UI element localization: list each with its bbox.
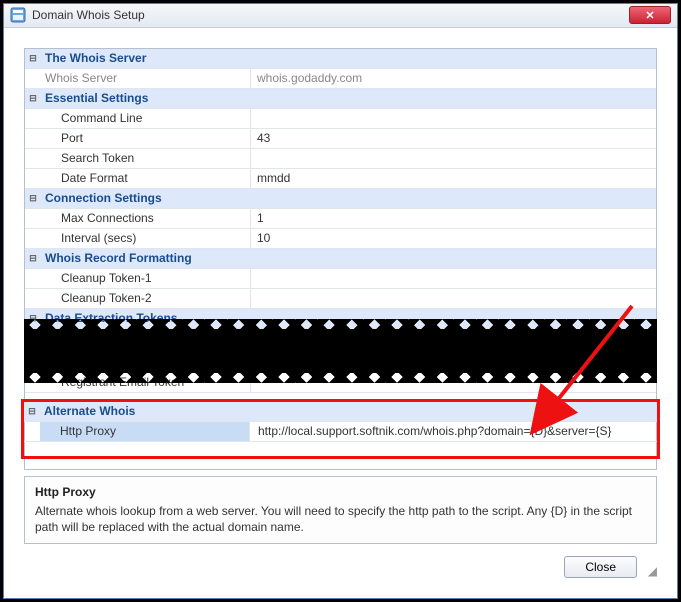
section-title: Alternate Whois: [40, 402, 250, 421]
row-value[interactable]: [251, 149, 656, 168]
section-title: The Whois Server: [41, 49, 251, 68]
row-command-line[interactable]: Command Line: [25, 109, 656, 129]
titlebar[interactable]: Domain Whois Setup ✕: [4, 4, 677, 28]
property-grid: ⊟ The Whois Server Whois Server whois.go…: [24, 48, 657, 470]
row-label: Http Proxy: [40, 422, 250, 441]
section-connection-settings[interactable]: ⊟ Connection Settings: [25, 189, 656, 209]
close-button[interactable]: Close: [564, 556, 637, 578]
row-label: Whois Server: [41, 69, 251, 88]
collapse-icon[interactable]: ⊟: [25, 249, 41, 268]
section-whois-server[interactable]: ⊟ The Whois Server: [25, 49, 656, 69]
row-search-token[interactable]: Search Token: [25, 149, 656, 169]
help-panel: Http Proxy Alternate whois lookup from a…: [24, 476, 657, 544]
row-value[interactable]: 43: [251, 129, 656, 148]
row-value[interactable]: [250, 422, 657, 441]
collapse-icon[interactable]: ⊟: [25, 189, 41, 208]
collapse-icon[interactable]: ⊟: [24, 402, 40, 421]
row-interval[interactable]: Interval (secs) 10: [25, 229, 656, 249]
row-whois-server[interactable]: Whois Server whois.godaddy.com: [25, 69, 656, 89]
button-row: Close ◢: [24, 544, 657, 578]
section-title: Whois Record Formatting: [41, 249, 251, 268]
row-label: Interval (secs): [41, 229, 251, 248]
section-essential-settings[interactable]: ⊟ Essential Settings: [25, 89, 656, 109]
client-area: ⊟ The Whois Server Whois Server whois.go…: [4, 28, 677, 598]
row-value[interactable]: mmdd: [251, 169, 656, 188]
section-formatting[interactable]: ⊟ Whois Record Formatting: [25, 249, 656, 269]
row-label: Cleanup Token-1: [41, 269, 251, 288]
section-title: Connection Settings: [41, 189, 251, 208]
row-value[interactable]: [251, 109, 656, 128]
row-label: Port: [41, 129, 251, 148]
help-text: Alternate whois lookup from a web server…: [35, 503, 646, 535]
http-proxy-input[interactable]: [256, 423, 651, 439]
window-close-button[interactable]: ✕: [629, 6, 671, 24]
row-port[interactable]: Port 43: [25, 129, 656, 149]
row-value[interactable]: 1: [251, 209, 656, 228]
row-value[interactable]: [251, 289, 656, 308]
row-http-proxy[interactable]: Http Proxy: [24, 422, 657, 442]
section-title: Essential Settings: [41, 89, 251, 108]
dialog-window: Domain Whois Setup ✕ ⊟ The Whois Server …: [3, 3, 678, 599]
app-icon: [10, 7, 26, 23]
close-icon: ✕: [645, 9, 654, 22]
row-value[interactable]: whois.godaddy.com: [251, 69, 656, 88]
help-title: Http Proxy: [35, 485, 646, 499]
row-label: Search Token: [41, 149, 251, 168]
row-max-connections[interactable]: Max Connections 1: [25, 209, 656, 229]
highlight-box: ⊟ Alternate Whois Http Proxy: [21, 399, 660, 459]
row-label: Command Line: [41, 109, 251, 128]
row-date-format[interactable]: Date Format mmdd: [25, 169, 656, 189]
row-cleanup-token-1[interactable]: Cleanup Token-1: [25, 269, 656, 289]
window-title: Domain Whois Setup: [32, 8, 629, 22]
spacer: [24, 442, 657, 456]
resize-grip-icon[interactable]: ◢: [643, 564, 657, 578]
row-value[interactable]: 10: [251, 229, 656, 248]
row-label: Max Connections: [41, 209, 251, 228]
row-label: Cleanup Token-2: [41, 289, 251, 308]
row-cleanup-token-2[interactable]: Cleanup Token-2: [25, 289, 656, 309]
row-value[interactable]: [251, 269, 656, 288]
row-label: Date Format: [41, 169, 251, 188]
collapse-icon[interactable]: ⊟: [25, 49, 41, 68]
truncation-marker: [24, 329, 657, 373]
section-alternate-whois[interactable]: ⊟ Alternate Whois: [24, 402, 657, 422]
collapse-icon[interactable]: ⊟: [25, 89, 41, 108]
